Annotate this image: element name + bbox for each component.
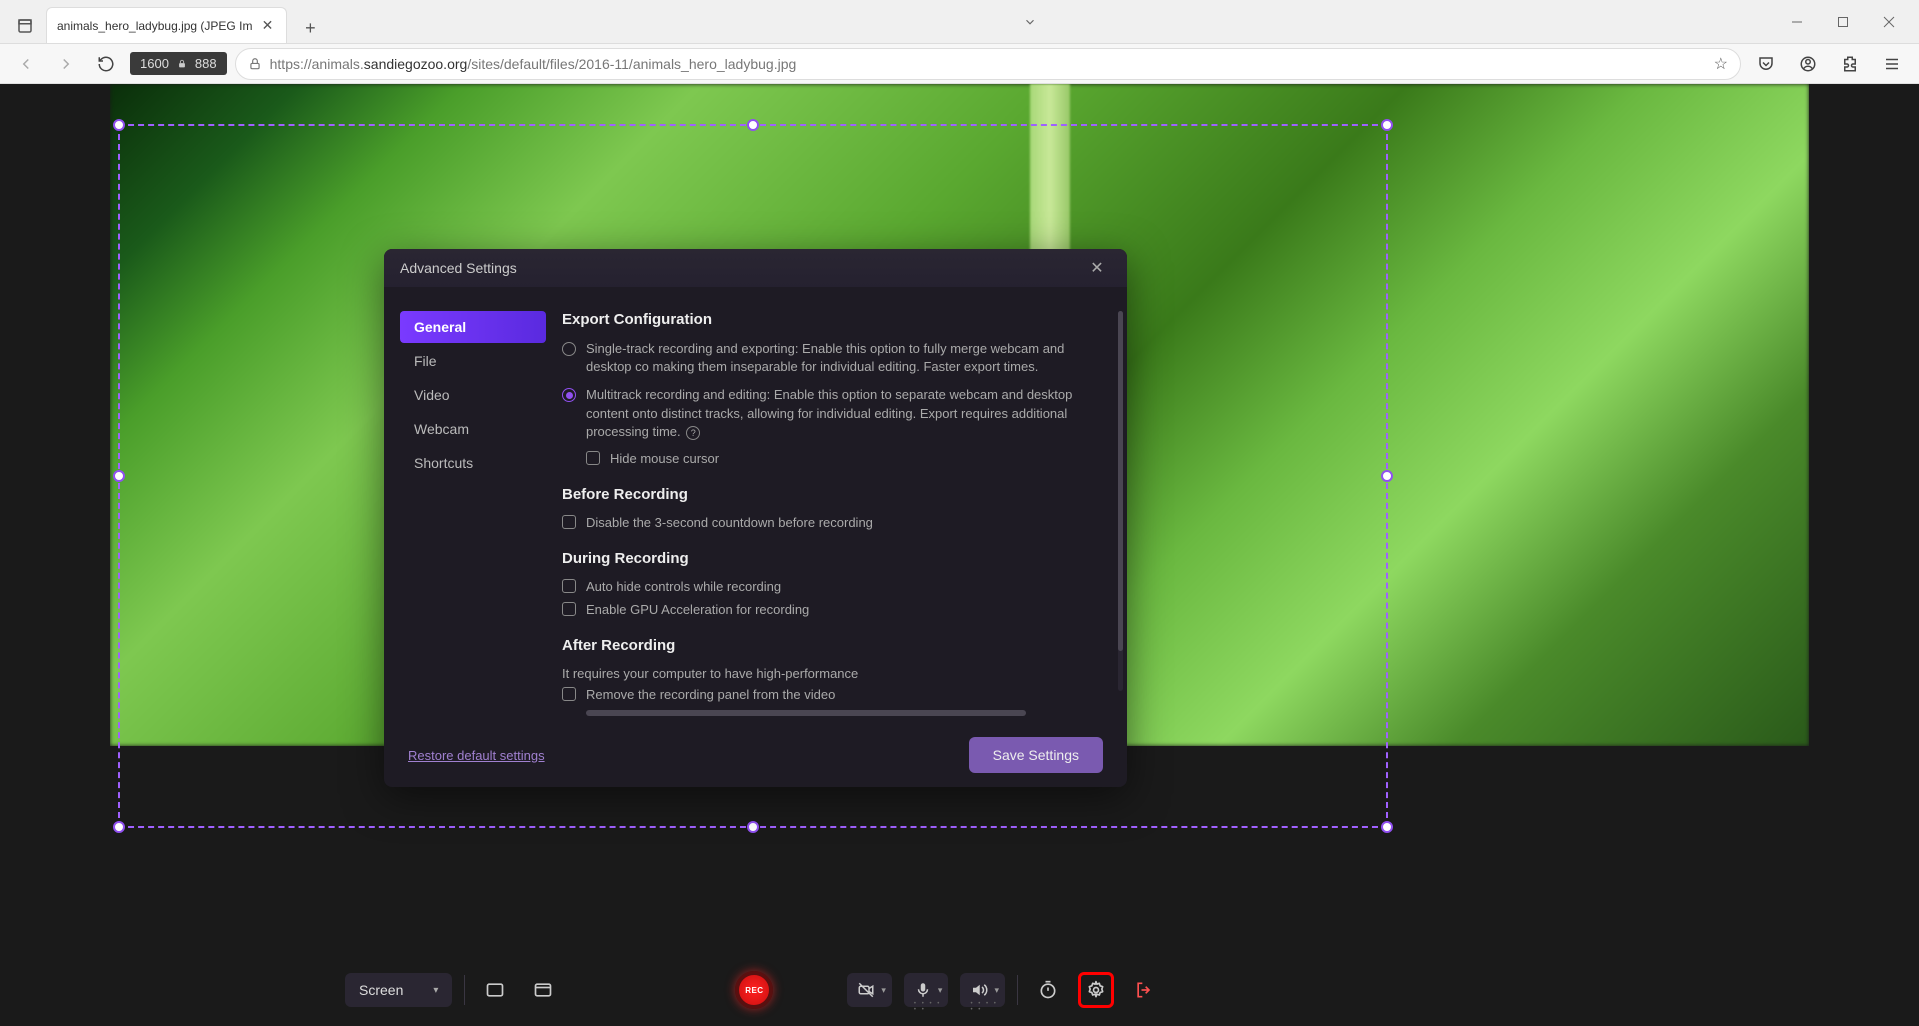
scrollbar-vertical[interactable] xyxy=(1118,311,1123,691)
checkbox-icon[interactable] xyxy=(562,579,576,593)
checkbox-icon[interactable] xyxy=(562,602,576,616)
url-text: https://animals.sandiegozoo.org/sites/de… xyxy=(270,56,1706,72)
account-icon[interactable] xyxy=(1791,47,1825,81)
radio-multitrack[interactable]: Multitrack recording and editing: Enable… xyxy=(562,386,1101,441)
chevron-down-icon: ▾ xyxy=(881,985,886,996)
modal-footer: Restore default settings Save Settings xyxy=(384,723,1127,787)
microphone-icon xyxy=(914,981,932,999)
section-after-recording: After Recording It requires your compute… xyxy=(562,637,1119,716)
scrollbar-thumb[interactable] xyxy=(1118,311,1123,651)
tabs-dropdown-icon[interactable] xyxy=(1023,15,1037,29)
chevron-down-icon: ▾ xyxy=(994,985,999,996)
export-config-heading: Export Configuration xyxy=(562,311,1101,328)
webcam-toggle-dropdown[interactable]: ▾ xyxy=(847,973,892,1007)
timer-button[interactable] xyxy=(1030,972,1066,1008)
capture-source-label: Screen xyxy=(359,982,403,998)
settings-content: Export Configuration Single-track record… xyxy=(562,287,1127,723)
after-recording-note: It requires your computer to have high-p… xyxy=(562,666,1101,681)
pocket-icon[interactable] xyxy=(1749,47,1783,81)
browser-tab-strip: animals_hero_ladybug.jpg (JPEG Im ✕ + xyxy=(0,0,1919,44)
https-lock-icon[interactable] xyxy=(248,57,262,71)
checkbox-label: Remove the recording panel from the vide… xyxy=(586,687,835,702)
speaker-icon xyxy=(970,981,988,999)
checkbox-disable-countdown[interactable]: Disable the 3-second countdown before re… xyxy=(562,515,1101,530)
save-settings-button[interactable]: Save Settings xyxy=(969,737,1103,773)
minimize-button[interactable] xyxy=(1775,7,1819,37)
settings-button[interactable] xyxy=(1078,972,1114,1008)
before-recording-heading: Before Recording xyxy=(562,486,1101,503)
radio-label: Multitrack recording and editing: Enable… xyxy=(586,386,1101,441)
modal-header: Advanced Settings ✕ xyxy=(384,249,1127,287)
url-field[interactable]: https://animals.sandiegozoo.org/sites/de… xyxy=(235,48,1741,80)
section-before-recording: Before Recording Disable the 3-second co… xyxy=(562,486,1119,530)
reload-button[interactable] xyxy=(90,48,122,80)
sidebar-item-file[interactable]: File xyxy=(400,345,546,377)
advanced-settings-modal: Advanced Settings ✕ General File Video W… xyxy=(384,249,1127,787)
toolbar-separator xyxy=(1017,975,1018,1005)
content-area: Advanced Settings ✕ General File Video W… xyxy=(0,84,1919,1026)
forward-button[interactable] xyxy=(50,48,82,80)
checkbox-icon[interactable] xyxy=(562,515,576,529)
sidebar-item-webcam[interactable]: Webcam xyxy=(400,413,546,445)
recording-toolbar: Screen ▾ REC ▾ xyxy=(345,968,1162,1012)
chevron-down-icon: ▾ xyxy=(938,985,943,996)
during-recording-heading: During Recording xyxy=(562,550,1101,567)
checkbox-label: Auto hide controls while recording xyxy=(586,579,781,594)
lock-icon[interactable] xyxy=(177,58,187,70)
close-tab-icon[interactable]: ✕ xyxy=(258,17,276,35)
sidebar-item-shortcuts[interactable]: Shortcuts xyxy=(400,447,546,479)
help-icon[interactable]: ? xyxy=(686,426,700,440)
app-menu-icon[interactable] xyxy=(1875,47,1909,81)
selection-width: 1600 xyxy=(140,56,169,71)
sidebar-item-video[interactable]: Video xyxy=(400,379,546,411)
radio-icon[interactable] xyxy=(562,342,576,356)
webcam-off-icon xyxy=(857,981,875,999)
new-tab-button[interactable]: + xyxy=(295,13,325,43)
record-button[interactable]: REC xyxy=(735,971,773,1009)
exit-button[interactable] xyxy=(1126,972,1162,1008)
browser-tab[interactable]: animals_hero_ladybug.jpg (JPEG Im ✕ xyxy=(46,7,287,43)
after-recording-heading: After Recording xyxy=(562,637,1101,654)
level-indicator: • • • • • • xyxy=(914,1001,949,1013)
checkbox-icon[interactable] xyxy=(586,451,600,465)
sidebar-item-general[interactable]: General xyxy=(400,311,546,343)
selection-dimensions-badge[interactable]: 1600 888 xyxy=(130,52,227,75)
checkbox-label: Disable the 3-second countdown before re… xyxy=(586,515,873,530)
window-region-button[interactable] xyxy=(525,972,561,1008)
extensions-icon[interactable] xyxy=(1833,47,1867,81)
restore-defaults-link[interactable]: Restore default settings xyxy=(408,748,545,763)
tab-actions-icon[interactable] xyxy=(8,9,42,43)
close-window-button[interactable] xyxy=(1867,7,1911,37)
fullscreen-region-button[interactable] xyxy=(477,972,513,1008)
radio-single-track[interactable]: Single-track recording and exporting: En… xyxy=(562,340,1101,376)
selection-height: 888 xyxy=(195,56,217,71)
level-indicator: • • • • • • xyxy=(970,1001,1005,1013)
section-export-config: Export Configuration Single-track record… xyxy=(562,311,1119,466)
radio-icon-checked[interactable] xyxy=(562,388,576,402)
settings-sidebar: General File Video Webcam Shortcuts xyxy=(384,287,562,723)
tab-title: animals_hero_ladybug.jpg (JPEG Im xyxy=(57,19,252,33)
checkbox-label: Hide mouse cursor xyxy=(610,451,719,466)
checkbox-remove-panel[interactable]: Remove the recording panel from the vide… xyxy=(562,687,1101,702)
checkbox-auto-hide[interactable]: Auto hide controls while recording xyxy=(562,579,1101,594)
maximize-button[interactable] xyxy=(1821,7,1865,37)
checkbox-hide-cursor[interactable]: Hide mouse cursor xyxy=(586,451,1101,466)
back-button[interactable] xyxy=(10,48,42,80)
section-during-recording: During Recording Auto hide controls whil… xyxy=(562,550,1119,617)
capture-source-dropdown[interactable]: Screen ▾ xyxy=(345,973,452,1007)
modal-title: Advanced Settings xyxy=(400,260,1083,276)
chevron-down-icon: ▾ xyxy=(433,985,438,996)
radio-label: Single-track recording and exporting: En… xyxy=(586,340,1101,376)
modal-body: General File Video Webcam Shortcuts Expo… xyxy=(384,287,1127,723)
scrollbar-horizontal[interactable] xyxy=(586,710,1026,716)
modal-close-button[interactable]: ✕ xyxy=(1083,254,1111,282)
bookmark-star-icon[interactable]: ☆ xyxy=(1714,54,1728,74)
window-controls xyxy=(1775,7,1911,37)
checkbox-icon[interactable] xyxy=(562,687,576,701)
address-bar: 1600 888 https://animals.sandiegozoo.org… xyxy=(0,44,1919,84)
checkbox-label: Enable GPU Acceleration for recording xyxy=(586,602,809,617)
toolbar-separator xyxy=(464,975,465,1005)
checkbox-gpu-accel[interactable]: Enable GPU Acceleration for recording xyxy=(562,602,1101,617)
